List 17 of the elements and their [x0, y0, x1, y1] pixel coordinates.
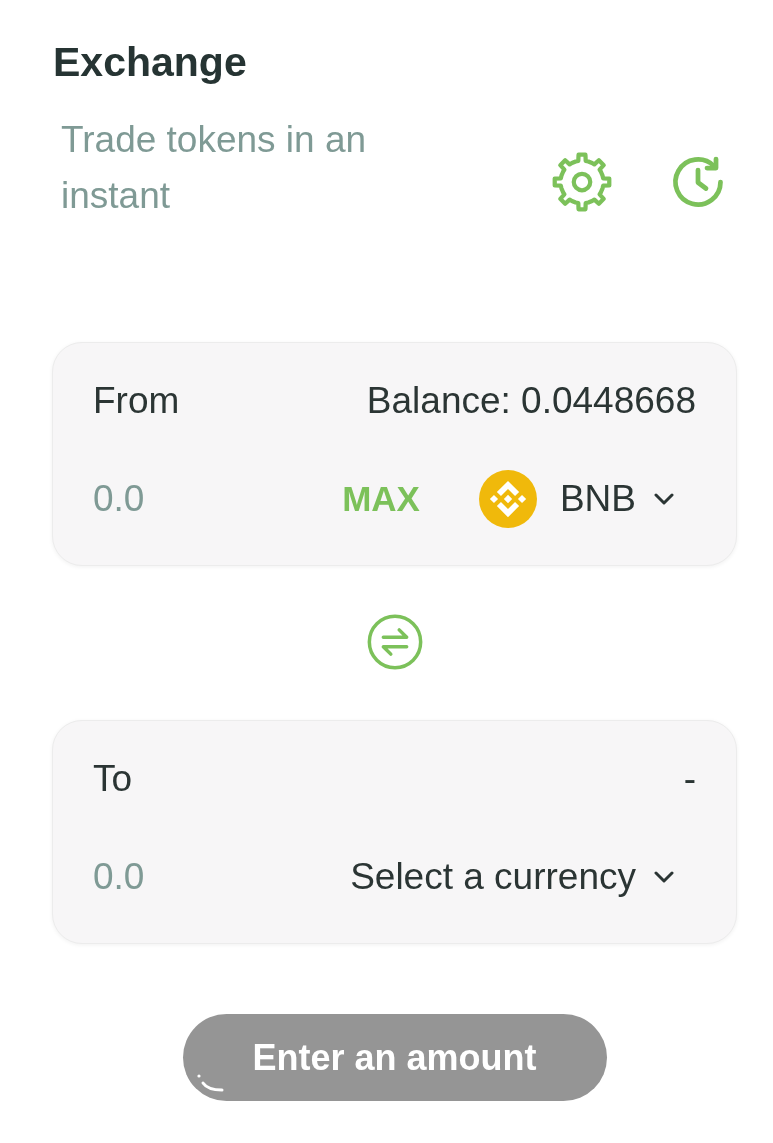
currency-select-button[interactable]: BNB — [478, 469, 674, 529]
currency-select-button[interactable]: Select a currency — [350, 847, 674, 907]
page-subtitle: Trade tokens in an instant — [61, 118, 368, 218]
amount-input[interactable]: 0.0 — [93, 475, 253, 523]
swap-button[interactable] — [366, 614, 423, 670]
settings-icon — [552, 152, 612, 212]
settings-button[interactable] — [552, 152, 612, 212]
page-title: Exchange — [53, 38, 247, 87]
balance-text: Balance: 0.0448668 — [366, 379, 696, 423]
panel-label: To — [93, 757, 133, 801]
token-logo-icon — [478, 470, 537, 528]
swap-arrows-icon — [366, 614, 423, 670]
chevron-down-icon — [654, 871, 674, 883]
amount-input[interactable]: 0.0 — [93, 853, 253, 901]
chevron-down-icon — [654, 493, 674, 505]
balance-text: - — [683, 757, 696, 801]
panel-label: From — [93, 379, 180, 423]
